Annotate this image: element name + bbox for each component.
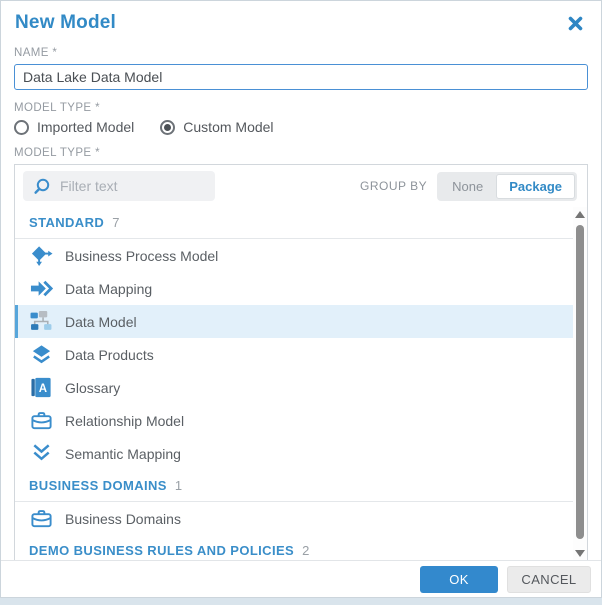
radio-imported-model[interactable]: Imported Model <box>14 119 134 135</box>
model-type-list: STANDARD 7 Business Process Model <box>15 207 573 562</box>
name-label: NAME * <box>14 47 588 59</box>
radio-selected-icon <box>160 120 175 135</box>
list-item-business-process-model[interactable]: Business Process Model <box>15 239 573 272</box>
list-item-data-products[interactable]: Data Products <box>15 338 573 371</box>
model-type-panel: Filter text GROUP BY None Package STANDA… <box>14 164 588 562</box>
model-type-radio-group: Imported Model Custom Model <box>14 119 588 135</box>
group-by-control: GROUP BY None Package <box>360 172 577 201</box>
model-type-radio-label: MODEL TYPE * <box>14 102 588 114</box>
scrollbar[interactable] <box>573 207 587 561</box>
data-model-icon <box>30 310 53 333</box>
cancel-button[interactable]: CANCEL <box>507 566 591 593</box>
filter-placeholder: Filter text <box>60 178 118 194</box>
semantic-mapping-icon <box>30 442 53 465</box>
section-title: DEMO BUSINESS RULES AND POLICIES <box>29 543 294 558</box>
section-header-standard: STANDARD 7 <box>15 207 573 239</box>
dialog-footer: OK CANCEL <box>1 560 601 597</box>
section-count: 2 <box>302 543 309 558</box>
dialog-header: New Model <box>1 1 601 35</box>
group-by-package-button[interactable]: Package <box>496 174 575 199</box>
group-by-none-button[interactable]: None <box>439 174 496 199</box>
data-products-icon <box>30 343 53 366</box>
ok-button[interactable]: OK <box>420 566 498 593</box>
group-by-label: GROUP BY <box>360 179 427 193</box>
section-title: STANDARD <box>29 215 104 230</box>
close-icon[interactable] <box>564 12 587 35</box>
scrollbar-thumb[interactable] <box>576 225 584 539</box>
relationship-model-icon <box>30 409 53 432</box>
business-domains-icon <box>30 507 53 530</box>
list-item-glossary[interactable]: A Glossary <box>15 371 573 404</box>
list-item-label: Glossary <box>65 380 120 396</box>
list-item-label: Business Domains <box>65 511 181 527</box>
section-title: BUSINESS DOMAINS <box>29 478 167 493</box>
glossary-icon: A <box>30 376 53 399</box>
list-item-relationship-model[interactable]: Relationship Model <box>15 404 573 437</box>
list-item-data-model[interactable]: Data Model <box>15 305 573 338</box>
list-item-label: Data Products <box>65 347 154 363</box>
filter-input[interactable]: Filter text <box>23 171 215 201</box>
section-header-business-domains: BUSINESS DOMAINS 1 <box>15 470 573 502</box>
list-item-label: Business Process Model <box>65 248 218 264</box>
form-area: NAME * MODEL TYPE * Imported Model Custo… <box>1 47 601 159</box>
section-count: 1 <box>175 478 182 493</box>
panel-toolbar: Filter text GROUP BY None Package <box>15 165 587 207</box>
group-by-toggle: None Package <box>437 172 577 201</box>
list-item-label: Relationship Model <box>65 413 184 429</box>
list-item-business-domains[interactable]: Business Domains <box>15 502 573 535</box>
radio-label: Custom Model <box>183 119 273 135</box>
scroll-down-icon[interactable] <box>575 550 585 557</box>
radio-unselected-icon <box>14 120 29 135</box>
new-model-dialog: New Model NAME * MODEL TYPE * Imported M… <box>0 0 602 598</box>
list-item-semantic-mapping[interactable]: Semantic Mapping <box>15 437 573 470</box>
model-type-list-label: MODEL TYPE * <box>14 147 588 159</box>
data-mapping-icon <box>30 277 53 300</box>
name-input[interactable] <box>14 64 588 90</box>
business-process-model-icon <box>30 244 53 267</box>
svg-text:A: A <box>39 383 47 395</box>
list-item-label: Data Mapping <box>65 281 152 297</box>
list-item-data-mapping[interactable]: Data Mapping <box>15 272 573 305</box>
search-icon <box>33 177 51 195</box>
list-item-label: Semantic Mapping <box>65 446 181 462</box>
radio-custom-model[interactable]: Custom Model <box>160 119 273 135</box>
section-header-demo-business-rules: DEMO BUSINESS RULES AND POLICIES 2 <box>15 535 573 562</box>
radio-label: Imported Model <box>37 119 134 135</box>
page-title: New Model <box>15 12 116 34</box>
list-item-label: Data Model <box>65 314 137 330</box>
scroll-up-icon[interactable] <box>575 211 585 218</box>
section-count: 7 <box>112 215 119 230</box>
